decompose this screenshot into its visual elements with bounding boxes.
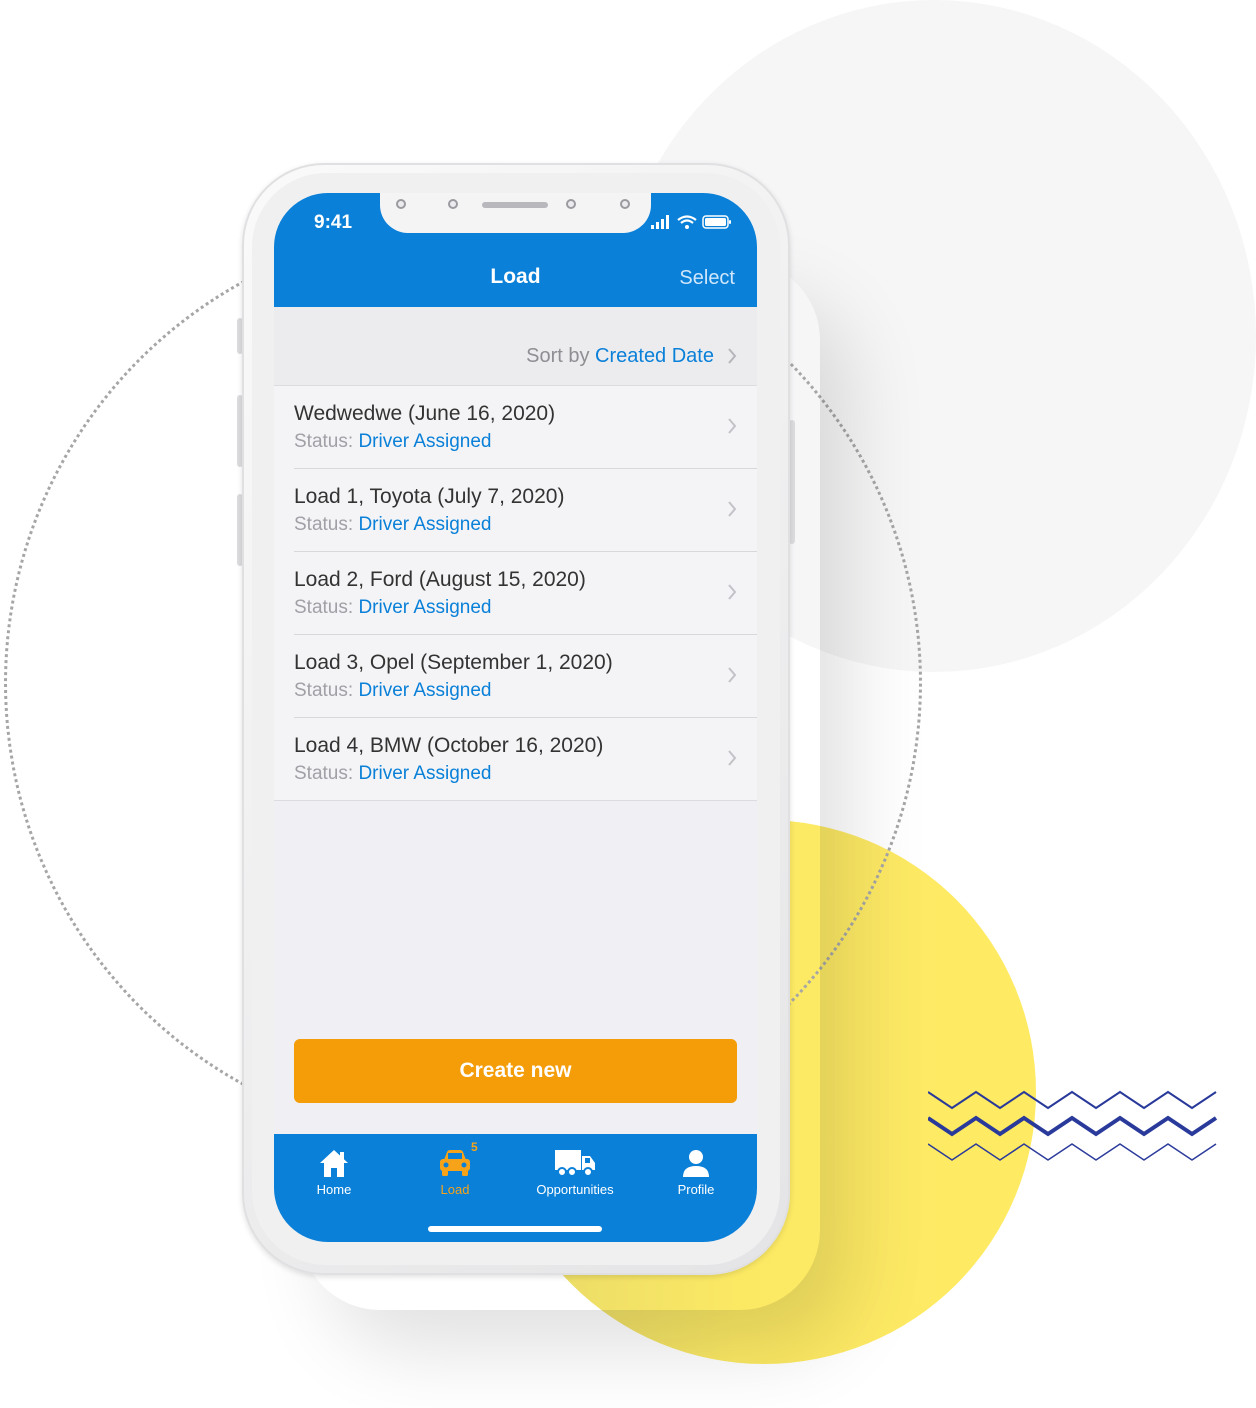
- load-row[interactable]: Load 2, Ford (August 15, 2020) Status: D…: [294, 552, 757, 635]
- load-title: Load 1, Toyota (July 7, 2020): [294, 485, 565, 508]
- load-status: Status: Driver Assigned: [294, 680, 492, 702]
- tab-profile[interactable]: Profile: [636, 1144, 756, 1197]
- load-row[interactable]: Load 3, Opel (September 1, 2020) Status:…: [294, 635, 757, 718]
- status-time: 9:41: [314, 212, 353, 233]
- zigzag-decoration: [928, 1090, 1218, 1161]
- status-value: Driver Assigned: [358, 431, 492, 452]
- phone-notch: [380, 193, 651, 233]
- status-label: Status:: [294, 431, 354, 452]
- tab-label: Profile: [677, 1182, 715, 1197]
- chevron-right-icon: [728, 501, 737, 517]
- tab-home[interactable]: Home: [274, 1144, 394, 1197]
- sort-value: Created Date: [595, 345, 714, 367]
- select-button[interactable]: Select: [679, 267, 735, 290]
- home-icon: [320, 1150, 348, 1177]
- tab-label: Opportunities: [536, 1182, 614, 1197]
- load-list: Wedwedwe (June 16, 2020) Status: Driver …: [274, 385, 757, 801]
- status-label: Status:: [294, 763, 354, 784]
- chevron-right-icon: [728, 418, 737, 434]
- load-row[interactable]: Wedwedwe (June 16, 2020) Status: Driver …: [294, 386, 757, 469]
- wifi-icon: [677, 215, 698, 229]
- car-icon: [440, 1150, 470, 1176]
- load-status: Status: Driver Assigned: [294, 514, 492, 536]
- tab-opportunities[interactable]: Opportunities: [515, 1144, 635, 1197]
- sort-label: Sort by: [526, 345, 590, 367]
- sort-control[interactable]: Sort by Created Date: [526, 345, 714, 368]
- status-label: Status:: [294, 514, 354, 535]
- signal-icon: [651, 214, 669, 229]
- status-value: Driver Assigned: [358, 597, 492, 618]
- load-title: Load 4, BMW (October 16, 2020): [294, 734, 604, 757]
- tab-badge: 5: [471, 1140, 478, 1154]
- sensor-dot: [448, 199, 458, 209]
- tab-bar: Home 5 Load Opportunities Profile: [274, 1134, 757, 1242]
- load-status: Status: Driver Assigned: [294, 431, 492, 453]
- tab-load[interactable]: 5 Load: [395, 1140, 515, 1197]
- app-screen: 9:41 Load Select Sort by Created Date We…: [274, 193, 757, 1242]
- navigation-bar: 9:41 Load Select: [274, 193, 757, 307]
- chevron-right-icon: [728, 667, 737, 683]
- load-title: Load 2, Ford (August 15, 2020): [294, 568, 586, 591]
- load-row[interactable]: Load 4, BMW (October 16, 2020) Status: D…: [294, 718, 757, 800]
- tab-label: Load: [440, 1182, 470, 1197]
- status-value: Driver Assigned: [358, 763, 492, 784]
- load-title: Wedwedwe (June 16, 2020): [294, 402, 556, 425]
- load-status: Status: Driver Assigned: [294, 763, 492, 785]
- load-status: Status: Driver Assigned: [294, 597, 492, 619]
- home-indicator: [428, 1226, 602, 1232]
- truck-icon: [555, 1150, 595, 1177]
- sort-bar[interactable]: Sort by Created Date: [274, 307, 757, 385]
- status-value: Driver Assigned: [358, 514, 492, 535]
- load-title: Load 3, Opel (September 1, 2020): [294, 651, 613, 674]
- speaker-grille: [482, 202, 548, 208]
- camera-dot: [566, 199, 576, 209]
- load-row[interactable]: Load 1, Toyota (July 7, 2020) Status: Dr…: [294, 469, 757, 552]
- status-value: Driver Assigned: [358, 680, 492, 701]
- sensor-dot: [396, 199, 406, 209]
- sensor-dot: [620, 199, 630, 209]
- battery-icon: [702, 215, 731, 229]
- chevron-right-icon: [728, 750, 737, 766]
- status-label: Status:: [294, 597, 354, 618]
- create-new-button[interactable]: Create new: [294, 1039, 737, 1103]
- status-icons: [651, 213, 732, 231]
- status-label: Status:: [294, 680, 354, 701]
- person-icon: [683, 1150, 709, 1177]
- chevron-right-icon: [728, 348, 737, 364]
- chevron-right-icon: [728, 584, 737, 600]
- tab-label: Home: [316, 1182, 352, 1197]
